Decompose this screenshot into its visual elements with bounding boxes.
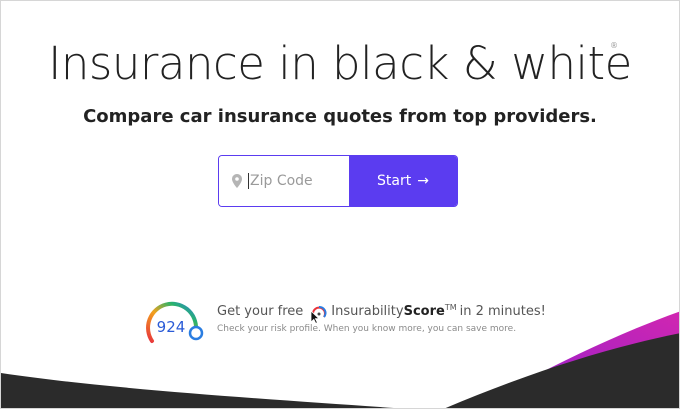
arrow-right-icon: → [417,173,429,189]
start-button-label: Start [377,173,412,189]
location-pin-icon [232,174,242,188]
registered-mark: ® [610,41,618,50]
zip-code-input[interactable] [250,173,340,189]
page-frame: Insurance in black & white ® Compare car… [0,0,680,409]
start-button[interactable]: Start → [349,156,457,206]
decorative-bottom-wave [1,311,679,408]
zip-code-field[interactable] [219,156,349,206]
page-subtitle: Compare car insurance quotes from top pr… [83,106,597,127]
text-caret [248,173,249,189]
page-title: Insurance in black & white [48,37,632,90]
zip-code-form: Start → [219,156,457,206]
